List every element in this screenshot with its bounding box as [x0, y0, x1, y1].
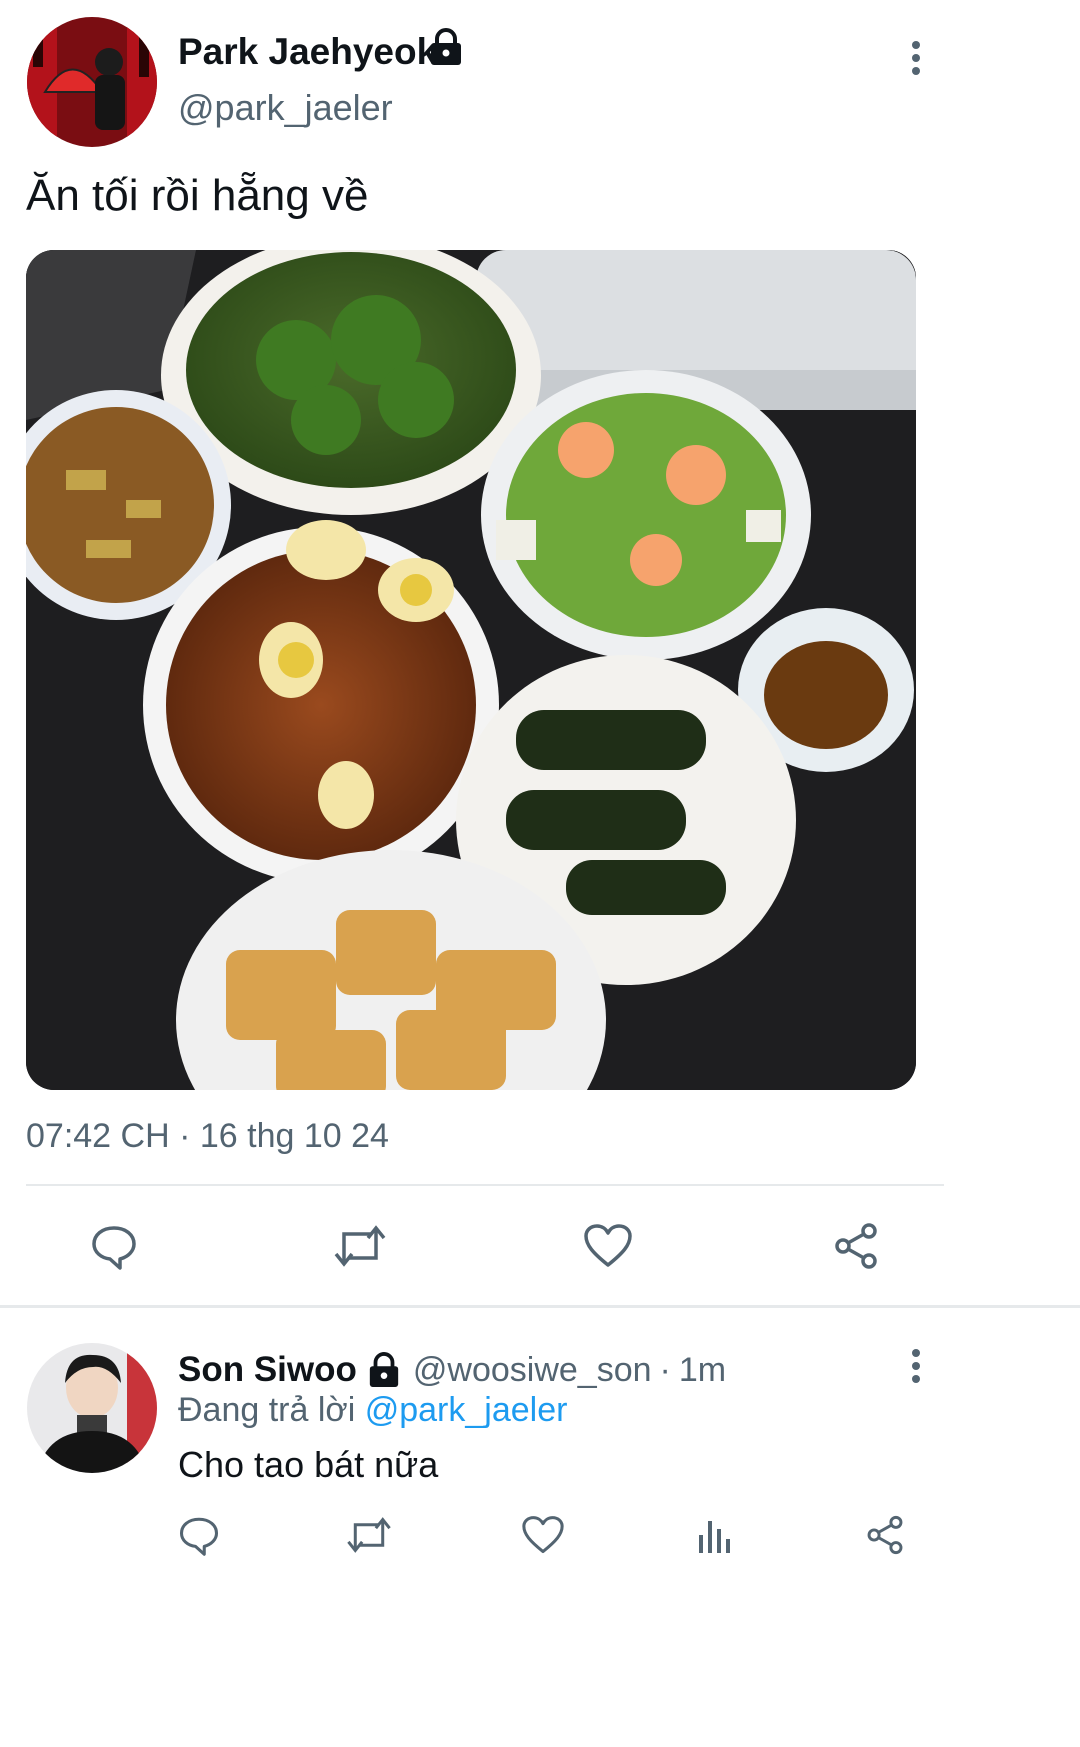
reply-author-handle[interactable]: @woosiwe_son	[413, 1351, 652, 1390]
tweet-date: 16 thg 10 24	[199, 1117, 389, 1155]
share-icon[interactable]	[862, 1512, 908, 1558]
separator-dot: ·	[659, 1350, 671, 1389]
lock-icon	[428, 28, 464, 66]
replying-prefix: Đang trả lời	[178, 1391, 356, 1429]
tweet-text: Ăn tối rồi hẵng về	[26, 171, 369, 220]
author-name[interactable]: Park Jaehyeok	[178, 30, 437, 74]
tweet-timestamp: 07:42 CH · 16 thg 10 24	[26, 1116, 389, 1156]
reply-header: Son Siwoo @woosiwe_son · 1m	[178, 1348, 726, 1392]
reply-text: Cho tao bát nữa	[178, 1444, 439, 1485]
views-icon[interactable]	[692, 1512, 738, 1558]
author-handle[interactable]: @park_jaeler	[178, 86, 393, 130]
retweet-icon[interactable]	[332, 1220, 388, 1272]
lock-icon	[367, 1352, 401, 1388]
replying-to-link[interactable]: @park_jaeler	[365, 1391, 568, 1429]
separator-dot: ·	[179, 1117, 191, 1155]
like-icon[interactable]	[582, 1220, 634, 1272]
author-avatar[interactable]	[27, 17, 157, 147]
reply-icon[interactable]	[88, 1220, 140, 1272]
divider	[26, 1184, 944, 1186]
reply-icon[interactable]	[176, 1512, 222, 1558]
section-divider	[0, 1305, 1080, 1308]
reply-avatar[interactable]	[27, 1343, 157, 1473]
like-icon[interactable]	[520, 1512, 566, 1558]
more-vertical-icon[interactable]	[896, 38, 936, 78]
more-vertical-icon[interactable]	[896, 1346, 936, 1386]
replying-to: Đang trả lời @park_jaeler	[178, 1389, 567, 1431]
reply-time: 1m	[678, 1350, 727, 1389]
share-icon[interactable]	[830, 1220, 882, 1272]
tweet-photo[interactable]	[26, 250, 916, 1090]
retweet-icon[interactable]	[345, 1512, 393, 1558]
reply-author-name[interactable]: Son Siwoo	[178, 1350, 357, 1390]
tweet-time: 07:42 CH	[26, 1117, 170, 1155]
